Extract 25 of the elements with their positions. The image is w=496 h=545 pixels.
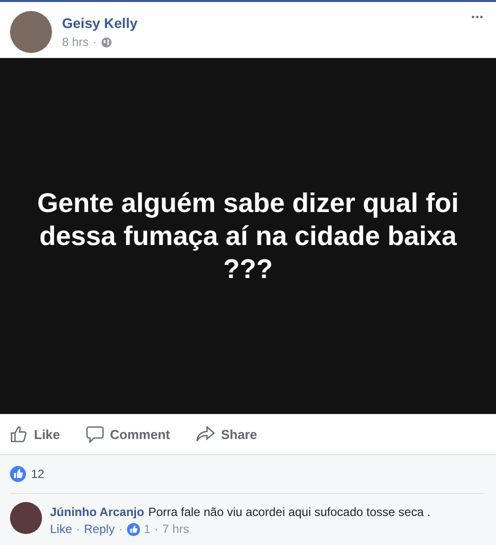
thumbs-up-icon — [126, 522, 140, 536]
like-button[interactable]: Like — [10, 425, 60, 443]
image-text: Gente alguém sabe dizer qual foi dessa fumaça aí na cidade baixa ??? — [36, 186, 460, 286]
author-name[interactable]: Geisy Kelly — [62, 15, 462, 31]
commenter-name[interactable]: Júninho Arcanjo — [50, 505, 144, 519]
more-options-icon[interactable]: ••• — [472, 12, 484, 22]
post-time[interactable]: 8 hrs — [62, 35, 89, 49]
comment-icon — [86, 426, 104, 442]
reaction-count[interactable]: 12 — [31, 467, 44, 481]
separator: · — [154, 522, 158, 536]
comment-text: Porra fale não viu acordei aqui sufocado tosse seca . — [148, 505, 430, 519]
globe-icon — [100, 36, 112, 48]
commenter-avatar[interactable] — [10, 502, 42, 534]
share-button[interactable]: Share — [196, 426, 258, 442]
comment-button[interactable]: Comment — [86, 426, 170, 442]
comment-action-link[interactable]: Reply — [84, 522, 115, 536]
separator: · — [118, 522, 123, 536]
thumbs-up-icon — [10, 466, 26, 482]
comment-like-count: 1 — [144, 522, 150, 536]
comment-action-link[interactable]: Like — [50, 522, 72, 536]
thumbs-up-icon — [10, 425, 28, 443]
share-icon — [196, 426, 215, 442]
separator: · — [92, 35, 97, 49]
separator: · — [76, 522, 80, 536]
avatar[interactable] — [10, 11, 52, 53]
